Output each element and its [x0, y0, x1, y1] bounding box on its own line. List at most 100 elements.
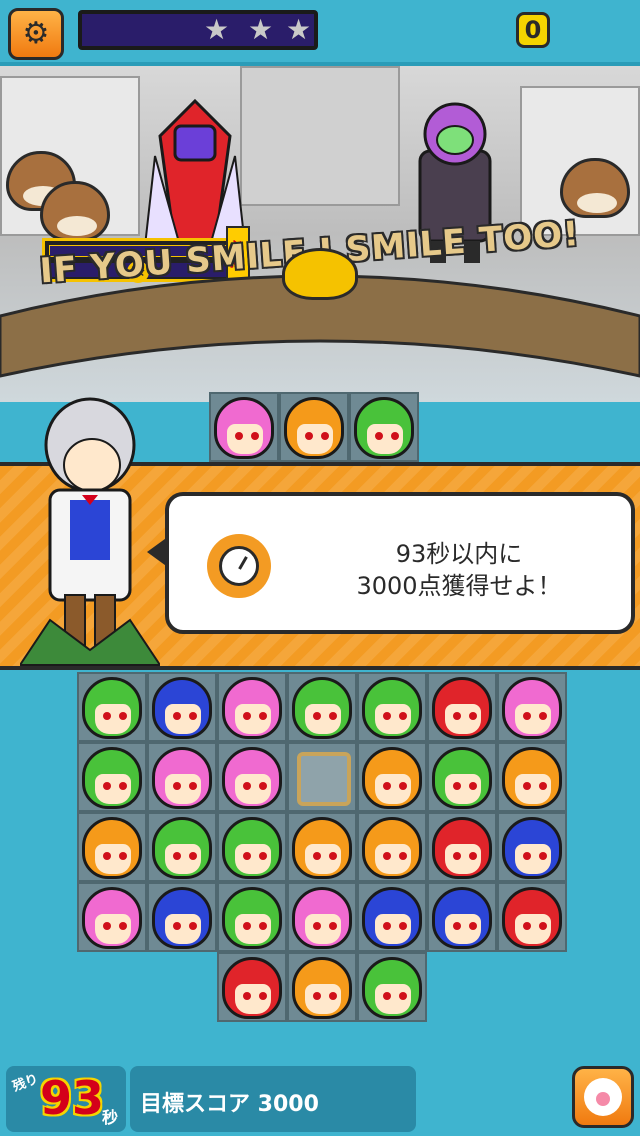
pink-character-piece[interactable]: [214, 397, 274, 459]
green-character-piece[interactable]: [362, 957, 422, 1019]
empty-slot[interactable]: [297, 752, 351, 806]
board-cell[interactable]: [77, 742, 147, 812]
bottom-bar: 残り 93 秒 目標スコア 3000: [0, 1062, 640, 1136]
board-cell[interactable]: [279, 392, 349, 462]
piece-eye: [119, 922, 127, 930]
settings-button[interactable]: ⚙: [8, 8, 64, 60]
board-cell[interactable]: [217, 742, 287, 812]
green-character-piece[interactable]: [432, 747, 492, 809]
board-cell[interactable]: [357, 672, 427, 742]
red-character-piece[interactable]: [222, 957, 282, 1019]
piece-eye: [453, 782, 461, 790]
green-character-piece[interactable]: [292, 677, 352, 739]
board-cell[interactable]: [77, 882, 147, 952]
board-cell[interactable]: [427, 742, 497, 812]
orange-character-piece[interactable]: [292, 817, 352, 879]
blue-character-piece[interactable]: [432, 887, 492, 949]
board-cell[interactable]: [427, 812, 497, 882]
time-remaining-value: 93: [40, 1071, 105, 1125]
piece-eye: [523, 782, 531, 790]
board-cell[interactable]: [497, 882, 567, 952]
board-cell[interactable]: [287, 812, 357, 882]
red-character-piece[interactable]: [432, 677, 492, 739]
piece-eye: [383, 852, 391, 860]
green-character-piece[interactable]: [82, 677, 142, 739]
board-cell[interactable]: [147, 812, 217, 882]
piece-eye: [399, 922, 407, 930]
time-unit: 秒: [102, 1108, 119, 1127]
board-cell[interactable]: [217, 882, 287, 952]
blue-character-piece[interactable]: [502, 817, 562, 879]
board-cell[interactable]: [147, 882, 217, 952]
board-cell[interactable]: [209, 392, 279, 462]
board-cell[interactable]: [287, 952, 357, 1022]
piece-eye: [103, 712, 111, 720]
board-cell[interactable]: [147, 672, 217, 742]
pink-character-piece[interactable]: [82, 887, 142, 949]
red-character-piece[interactable]: [502, 887, 562, 949]
board-cell[interactable]: [357, 742, 427, 812]
board-cell[interactable]: [427, 882, 497, 952]
orange-character-piece[interactable]: [284, 397, 344, 459]
green-character-piece[interactable]: [222, 817, 282, 879]
time-remaining-box: 残り 93 秒: [6, 1066, 126, 1132]
pink-character-piece[interactable]: [222, 747, 282, 809]
orange-character-piece[interactable]: [362, 817, 422, 879]
pink-character-piece[interactable]: [292, 887, 352, 949]
board-cell[interactable]: [77, 812, 147, 882]
piece-eye: [469, 712, 477, 720]
piece-eye: [383, 712, 391, 720]
piece-eye: [539, 922, 547, 930]
blue-character-piece[interactable]: [362, 887, 422, 949]
board-cell[interactable]: [217, 672, 287, 742]
orange-character-piece[interactable]: [292, 957, 352, 1019]
target-score-label: 目標スコア 3000: [140, 1092, 319, 1117]
board-cell[interactable]: [77, 672, 147, 742]
board-cell[interactable]: [217, 952, 287, 1022]
piece-eye: [453, 852, 461, 860]
green-character-piece[interactable]: [82, 747, 142, 809]
piece-eye: [243, 852, 251, 860]
piece-eye: [313, 992, 321, 1000]
board-cell[interactable]: [217, 812, 287, 882]
orange-character-piece[interactable]: [362, 747, 422, 809]
board-cell[interactable]: [287, 672, 357, 742]
score-progress-bar: ★ ★ ★: [78, 10, 318, 50]
board-cell[interactable]: [287, 742, 357, 812]
orange-character-piece[interactable]: [502, 747, 562, 809]
board-cell[interactable]: [357, 882, 427, 952]
piece-eye: [173, 782, 181, 790]
piece-eye: [329, 992, 337, 1000]
piece-eye: [469, 782, 477, 790]
mission-speech-bubble: 93秒以内に 3000点獲得せよ！: [147, 492, 635, 634]
piece-eye: [173, 712, 181, 720]
board-cell[interactable]: [357, 812, 427, 882]
green-character-piece[interactable]: [362, 677, 422, 739]
green-character-piece[interactable]: [222, 887, 282, 949]
piece-eye: [251, 432, 259, 440]
pink-character-piece[interactable]: [152, 747, 212, 809]
board-cell[interactable]: [497, 742, 567, 812]
paw-button[interactable]: [572, 1066, 634, 1128]
piece-eye: [391, 432, 399, 440]
red-character-piece[interactable]: [432, 817, 492, 879]
pink-character-piece[interactable]: [502, 677, 562, 739]
piece-eye: [375, 432, 383, 440]
piece-eye: [189, 922, 197, 930]
board-cell[interactable]: [497, 672, 567, 742]
piece-eye: [453, 922, 461, 930]
board-cell[interactable]: [287, 882, 357, 952]
board-cell[interactable]: [427, 672, 497, 742]
blue-character-piece[interactable]: [152, 887, 212, 949]
green-character-piece[interactable]: [354, 397, 414, 459]
board-cell[interactable]: [147, 742, 217, 812]
orange-character-piece[interactable]: [82, 817, 142, 879]
pink-character-piece[interactable]: [222, 677, 282, 739]
blue-character-piece[interactable]: [152, 677, 212, 739]
board-cell[interactable]: [349, 392, 419, 462]
board-cell[interactable]: [357, 952, 427, 1022]
piece-eye: [259, 992, 267, 1000]
board-cell[interactable]: [497, 812, 567, 882]
green-character-piece[interactable]: [152, 817, 212, 879]
piece-eye: [103, 782, 111, 790]
